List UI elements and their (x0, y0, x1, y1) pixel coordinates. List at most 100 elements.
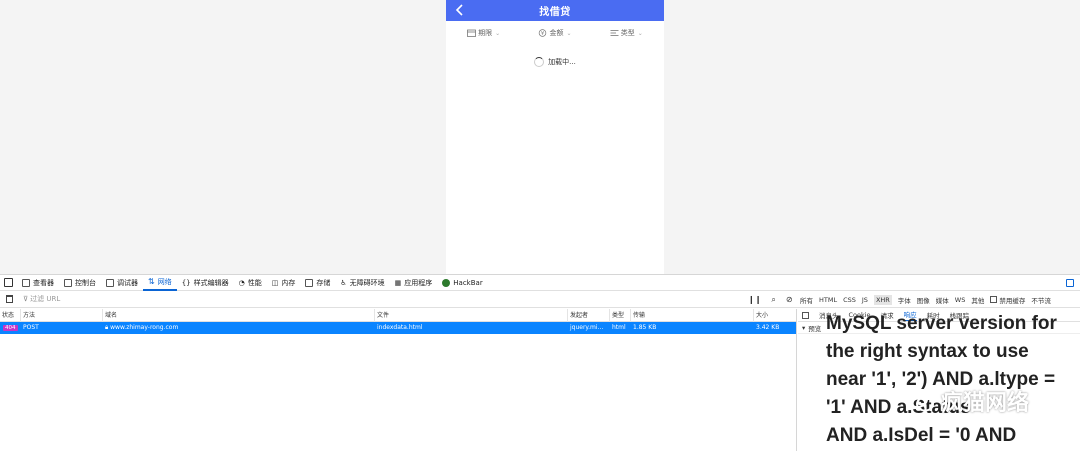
column-size[interactable]: 大小 (753, 309, 797, 322)
tab-network[interactable]: ⇅ 网络 (143, 275, 177, 291)
pause-icon[interactable]: ❙❙ (748, 295, 761, 304)
filter-icon: ⊽ (23, 295, 29, 303)
filter-type-label: 类型 (620, 29, 635, 37)
response-line: the right syntax to use (826, 341, 1029, 362)
network-filter-bar: ⊽ 过滤 URL ❙❙ ⌕ ⊘ 所有 HTML CSS JS XHR 字体 图像… (0, 291, 1080, 308)
network-controls: ❙❙ ⌕ ⊘ (748, 291, 793, 308)
tab-memory-label: 内存 (281, 278, 296, 287)
tab-memory[interactable]: ◫ 内存 (267, 275, 301, 291)
tab-network-label: 网络 (157, 277, 172, 286)
column-domain[interactable]: 域名 (102, 309, 374, 322)
type-filter-css[interactable]: CSS (843, 296, 856, 304)
filter-amount-label: 金额 (549, 29, 564, 37)
tab-inspector[interactable]: 查看器 (17, 275, 59, 291)
request-table-header: 状态 方法 域名 文件 发起者 类型 传输 大小 (0, 309, 796, 322)
tab-style-editor-label: 样式编辑器 (193, 278, 229, 287)
request-detail-panel: 消息头 Cookie 请求 响应 耗时 栈跟踪 ▾ 预览 MySQL serve… (798, 309, 1080, 451)
table-row[interactable]: 404 POST 🔒︎ www.zhimay-rong.com indexdat… (0, 322, 796, 334)
trash-icon[interactable] (6, 295, 13, 303)
mobile-page: 找借贷 期限 ⌄ ¥ 金额 ⌄ 类型 ⌄ 加载中... (446, 0, 664, 274)
preview-label: 预览 (808, 324, 822, 333)
tab-hackbar[interactable]: HackBar (437, 275, 487, 291)
filter-type[interactable]: 类型 ⌄ (591, 28, 662, 38)
type-filter-all[interactable]: 所有 (800, 295, 813, 305)
tab-debugger[interactable]: 调试器 (101, 275, 143, 291)
filter-url-input[interactable]: ⊽ 过滤 URL (23, 293, 723, 305)
search-icon[interactable]: ⌕ (771, 295, 775, 305)
application-icon: ▦ (394, 278, 402, 287)
filter-amount[interactable]: ¥ 金额 ⌄ (519, 28, 590, 38)
checkbox-icon (990, 296, 998, 303)
devtools-panel: 查看器 控制台 调试器 ⇅ 网络 {} 样式编辑器 ◔ 性能 ◫ 内存 存储 ♿ 无障碍环… (0, 274, 1080, 451)
type-filter-image[interactable]: 图像 (917, 295, 930, 305)
tab-storage[interactable]: 存储 (300, 275, 335, 291)
tab-application[interactable]: ▦ 应用程序 (390, 275, 438, 291)
element-picker-icon[interactable] (4, 278, 13, 287)
toggle-sidebar-icon[interactable] (802, 311, 809, 319)
chevron-down-icon: ⌄ (495, 29, 501, 37)
request-file: indexdata.html (377, 324, 423, 331)
filter-term-label: 期限 (478, 29, 493, 37)
disable-cache-label: 禁用缓存 (999, 296, 1026, 305)
tab-accessibility[interactable]: ♿ 无障碍环境 (335, 275, 389, 291)
loading-indicator: 加载中... (446, 57, 664, 67)
type-filter-xhr[interactable]: XHR (873, 294, 892, 305)
page-header: 找借贷 (446, 0, 664, 21)
column-method[interactable]: 方法 (20, 309, 102, 322)
throttle-select[interactable]: 不节流 (1031, 295, 1051, 305)
column-type[interactable]: 类型 (609, 309, 630, 322)
console-icon (64, 278, 72, 287)
dock-icon[interactable] (1066, 279, 1074, 287)
storage-icon (305, 278, 314, 287)
request-domain-text: www.zhimay-rong.com (110, 324, 179, 331)
block-icon[interactable]: ⊘ (786, 295, 793, 304)
watermark: 疯猫网络 (905, 385, 1029, 417)
type-filter-font[interactable]: 字体 (898, 295, 911, 305)
calendar-icon (467, 29, 477, 37)
wechat-icon (906, 390, 934, 412)
tab-inspector-label: 查看器 (33, 278, 54, 287)
tab-hackbar-label: HackBar (453, 278, 483, 287)
debugger-icon (106, 278, 114, 287)
column-file[interactable]: 文件 (374, 309, 567, 322)
type-filter-other[interactable]: 其他 (971, 295, 984, 305)
request-type: html (612, 324, 626, 331)
type-filter-ws[interactable]: WS (955, 296, 966, 304)
disable-cache-checkbox[interactable]: 禁用缓存 (990, 295, 1025, 305)
type-filter-media[interactable]: 媒体 (936, 295, 949, 305)
devtools-toolbar: 查看器 控制台 调试器 ⇅ 网络 {} 样式编辑器 ◔ 性能 ◫ 内存 存储 ♿ 无障碍环… (0, 275, 1080, 291)
request-list: 状态 方法 域名 文件 发起者 类型 传输 大小 404 POST 🔒︎ www… (0, 309, 797, 451)
column-initiator[interactable]: 发起者 (567, 309, 609, 322)
request-domain: 🔒︎ www.zhimay-rong.com (102, 322, 374, 334)
list-icon (610, 30, 619, 36)
page-title: 找借贷 (539, 7, 571, 18)
tab-accessibility-label: 无障碍环境 (349, 278, 385, 287)
request-method: POST (23, 324, 39, 331)
lock-icon: 🔒︎ (105, 324, 109, 331)
filter-term[interactable]: 期限 ⌄ (448, 28, 519, 38)
watermark-text: 疯猫网络 (941, 391, 1030, 416)
filter-url-placeholder: 过滤 URL (30, 295, 61, 303)
svg-text:¥: ¥ (541, 31, 544, 37)
tab-performance[interactable]: ◔ 性能 (234, 275, 267, 291)
tab-performance-label: 性能 (247, 278, 262, 287)
loading-text: 加载中... (548, 58, 576, 66)
style-editor-icon: {} (181, 278, 191, 287)
chevron-down-icon: ⌄ (637, 29, 643, 37)
page-viewport: 找借贷 期限 ⌄ ¥ 金额 ⌄ 类型 ⌄ 加载中... (0, 0, 1080, 274)
column-transferred[interactable]: 传输 (630, 309, 753, 322)
column-status[interactable]: 状态 (0, 309, 20, 322)
type-filter-js[interactable]: JS (862, 296, 868, 304)
tab-storage-label: 存储 (316, 278, 331, 287)
tab-application-label: 应用程序 (404, 278, 433, 287)
filter-bar: 期限 ⌄ ¥ 金额 ⌄ 类型 ⌄ (446, 21, 664, 45)
tab-console[interactable]: 控制台 (59, 275, 101, 291)
inspector-icon (22, 278, 30, 287)
request-initiator[interactable]: jquery.mi... (567, 322, 609, 334)
tab-style-editor[interactable]: {} 样式编辑器 (177, 275, 234, 291)
type-filter-html[interactable]: HTML (819, 296, 837, 304)
response-line: AND a.IsDel = '0 AND (826, 425, 1017, 446)
chevron-down-icon: ⌄ (566, 29, 572, 37)
status-badge: 404 (3, 325, 18, 331)
tab-debugger-label: 调试器 (117, 278, 138, 287)
